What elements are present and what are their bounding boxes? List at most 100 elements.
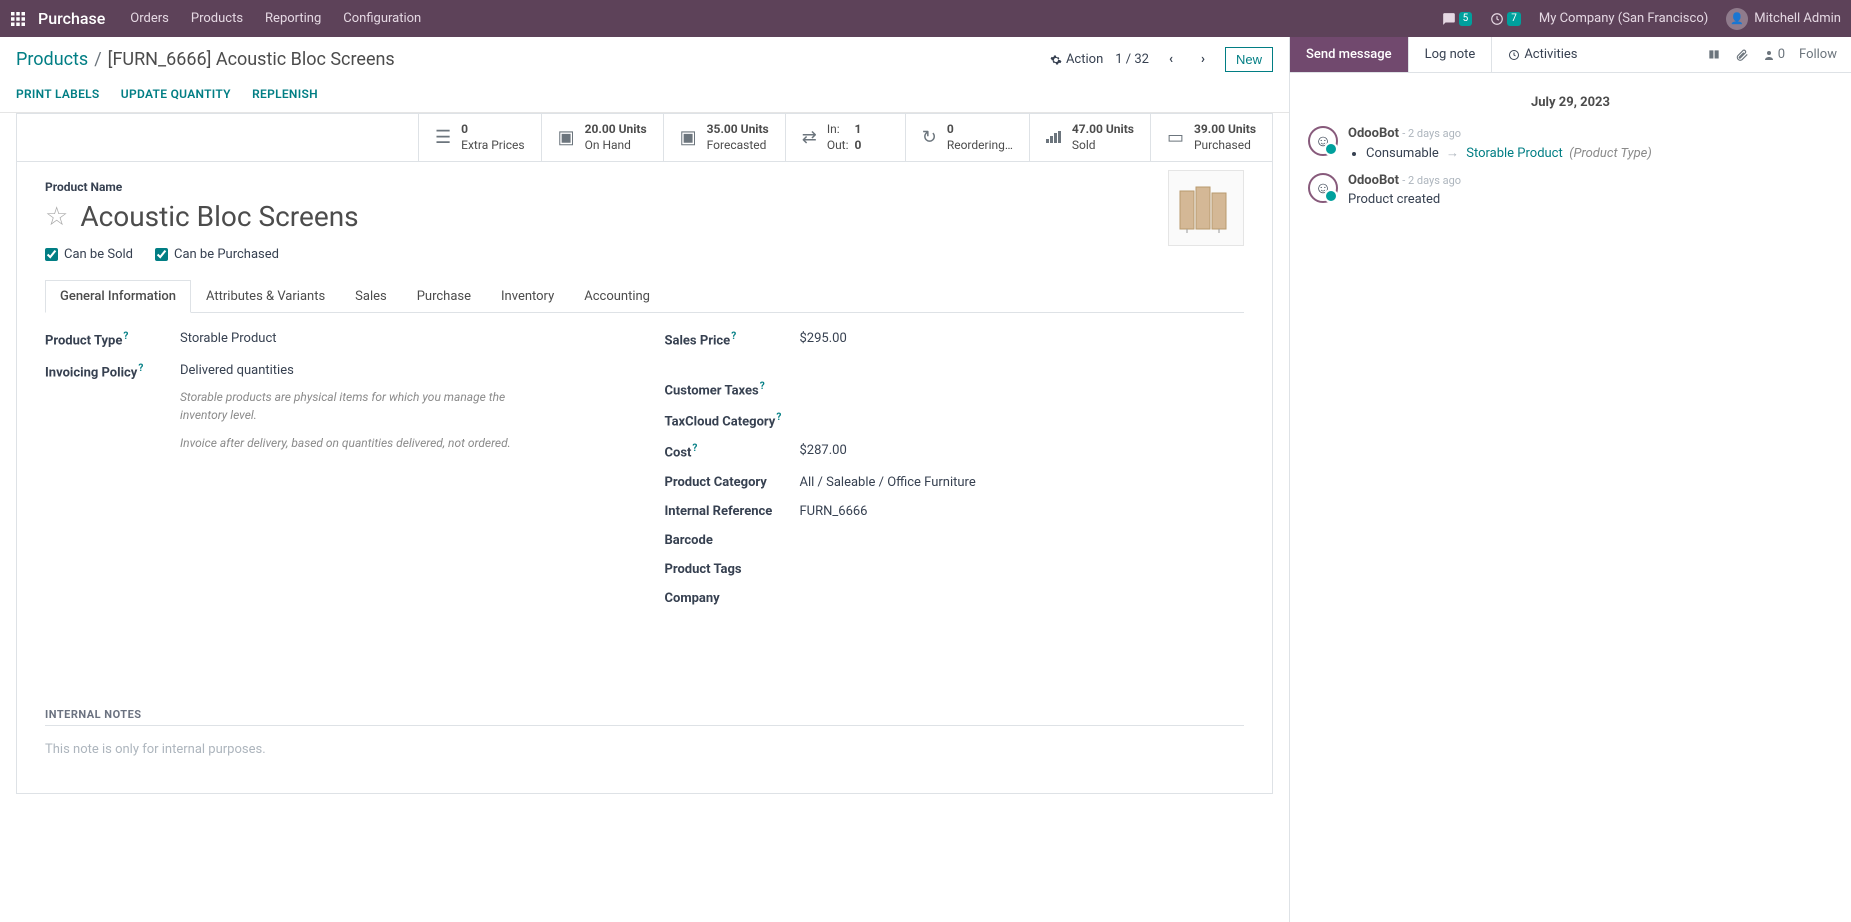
product-category-value[interactable]: All / Saleable / Office Furniture bbox=[800, 475, 976, 490]
nav-products[interactable]: Products bbox=[191, 11, 243, 26]
stat-label: Forecasted bbox=[707, 138, 769, 154]
tracking-new-value[interactable]: Storable Product bbox=[1466, 146, 1563, 161]
tracking-field-name: (Product Type) bbox=[1569, 146, 1652, 161]
barcode-label: Barcode bbox=[665, 533, 800, 548]
replenish-button[interactable]: REPLENISH bbox=[252, 87, 318, 101]
chatter-pane: Send message Log note Activities 0 Follo… bbox=[1289, 37, 1851, 922]
apps-menu-icon[interactable] bbox=[10, 11, 26, 27]
cost-label: Cost? bbox=[665, 443, 800, 460]
product-type-value[interactable]: Storable Product bbox=[180, 331, 277, 346]
stat-reordering[interactable]: ↻ 0Reordering… bbox=[905, 114, 1029, 161]
module-name[interactable]: Purchase bbox=[38, 9, 105, 28]
help-icon[interactable]: ? bbox=[731, 331, 736, 342]
cubes-icon: ▣ bbox=[680, 127, 697, 148]
general-information-panel: Product Type? Storable Product Invoicing… bbox=[45, 313, 1244, 699]
gear-icon bbox=[1050, 54, 1062, 66]
internal-reference-value[interactable]: FURN_6666 bbox=[800, 504, 868, 519]
send-message-button[interactable]: Send message bbox=[1290, 37, 1409, 72]
chatter-date-separator: July 29, 2023 bbox=[1290, 95, 1851, 110]
tracking-old-value: Consumable bbox=[1366, 146, 1439, 161]
help-text-1: Storable products are physical items for… bbox=[180, 388, 520, 424]
followers-button[interactable]: 0 bbox=[1763, 47, 1785, 62]
tab-inventory[interactable]: Inventory bbox=[486, 280, 569, 313]
action-label: Action bbox=[1066, 52, 1103, 67]
can-be-sold-label: Can be Sold bbox=[64, 247, 133, 262]
pager-prev[interactable]: ‹ bbox=[1161, 48, 1181, 71]
action-menu[interactable]: Action bbox=[1050, 52, 1103, 67]
activities-button[interactable]: Activities bbox=[1492, 37, 1593, 72]
messaging-icon[interactable]: 5 bbox=[1442, 12, 1473, 26]
update-quantity-button[interactable]: UPDATE QUANTITY bbox=[121, 87, 231, 101]
user-menu[interactable]: 👤 Mitchell Admin bbox=[1726, 8, 1841, 30]
attachment-icon[interactable] bbox=[1735, 48, 1749, 62]
stat-on-hand[interactable]: ▣ 20.00 UnitsOn Hand bbox=[541, 114, 663, 161]
form-sheet: ☰ 0Extra Prices ▣ 20.00 UnitsOn Hand ▣ 3… bbox=[16, 113, 1273, 794]
cost-value[interactable]: $287.00 bbox=[800, 443, 847, 458]
help-icon[interactable]: ? bbox=[760, 381, 765, 392]
action-buttons-bar: PRINT LABELS UPDATE QUANTITY REPLENISH bbox=[0, 79, 1289, 113]
activities-icon[interactable]: 7 bbox=[1490, 12, 1521, 26]
message-text: Product created bbox=[1348, 192, 1461, 207]
tab-purchase[interactable]: Purchase bbox=[402, 280, 486, 313]
product-title[interactable]: Acoustic Bloc Screens bbox=[80, 200, 358, 233]
pager-text[interactable]: 1 / 32 bbox=[1115, 52, 1149, 67]
company-label: Company bbox=[665, 591, 800, 606]
message-author[interactable]: OdooBot bbox=[1348, 173, 1399, 188]
stat-label: Purchased bbox=[1194, 138, 1256, 154]
stat-purchased[interactable]: ▭ 39.00 UnitsPurchased bbox=[1150, 114, 1272, 161]
can-be-purchased-checkbox[interactable]: Can be Purchased bbox=[155, 247, 279, 262]
card-icon: ▭ bbox=[1167, 127, 1184, 148]
tab-accounting[interactable]: Accounting bbox=[569, 280, 665, 313]
product-type-label: Product Type? bbox=[45, 331, 180, 348]
can-be-sold-checkbox[interactable]: Can be Sold bbox=[45, 247, 133, 262]
transfer-icon: ⇄ bbox=[802, 127, 817, 148]
stat-label: Extra Prices bbox=[461, 138, 524, 154]
product-name-label: Product Name bbox=[45, 180, 1244, 194]
help-icon[interactable]: ? bbox=[123, 331, 128, 342]
bot-avatar-icon: ☺ bbox=[1308, 173, 1338, 203]
stat-label: Sold bbox=[1072, 138, 1134, 154]
message-author[interactable]: OdooBot bbox=[1348, 126, 1399, 141]
internal-notes-heading: INTERNAL NOTES bbox=[45, 708, 1244, 726]
stat-forecasted[interactable]: ▣ 35.00 UnitsForecasted bbox=[663, 114, 785, 161]
internal-notes-input[interactable]: This note is only for internal purposes. bbox=[45, 734, 1244, 765]
in-label: In: bbox=[827, 122, 840, 136]
form-view-pane: Products / [FURN_6666] Acoustic Bloc Scr… bbox=[0, 37, 1289, 922]
tab-attributes-variants[interactable]: Attributes & Variants bbox=[191, 280, 340, 313]
favorite-star-icon[interactable]: ☆ bbox=[45, 202, 68, 232]
chat-badge: 5 bbox=[1459, 12, 1473, 26]
follow-button[interactable]: Follow bbox=[1799, 47, 1837, 62]
sales-price-value[interactable]: $295.00 bbox=[800, 331, 847, 346]
nav-reporting[interactable]: Reporting bbox=[265, 11, 321, 26]
breadcrumb-root[interactable]: Products bbox=[16, 49, 88, 70]
cubes-icon: ▣ bbox=[558, 127, 575, 148]
control-panel: Products / [FURN_6666] Acoustic Bloc Scr… bbox=[0, 37, 1289, 79]
tab-sales[interactable]: Sales bbox=[340, 280, 402, 313]
pager-next[interactable]: › bbox=[1193, 48, 1213, 71]
invoicing-policy-value[interactable]: Delivered quantities bbox=[180, 363, 520, 378]
in-value: 1 bbox=[855, 122, 862, 136]
product-image[interactable] bbox=[1168, 170, 1244, 246]
stat-in-out[interactable]: ⇄ In: 1 Out: 0 bbox=[785, 114, 905, 161]
nav-orders[interactable]: Orders bbox=[130, 11, 169, 26]
help-icon[interactable]: ? bbox=[692, 443, 697, 454]
tab-general-information[interactable]: General Information bbox=[45, 280, 191, 313]
nav-configuration[interactable]: Configuration bbox=[343, 11, 421, 26]
print-labels-button[interactable]: PRINT LABELS bbox=[16, 87, 100, 101]
bot-avatar-icon: ☺ bbox=[1308, 126, 1338, 156]
help-icon[interactable]: ? bbox=[138, 363, 143, 374]
arrow-icon: → bbox=[1446, 146, 1459, 161]
stat-sold[interactable]: 47.00 UnitsSold bbox=[1029, 114, 1150, 161]
new-button[interactable]: New bbox=[1225, 47, 1273, 72]
product-tags-label: Product Tags bbox=[665, 562, 800, 577]
clock-icon bbox=[1508, 49, 1520, 61]
stat-extra-prices[interactable]: ☰ 0Extra Prices bbox=[418, 114, 541, 161]
help-icon[interactable]: ? bbox=[776, 412, 781, 423]
stat-value: 39.00 Units bbox=[1194, 122, 1256, 138]
out-value: 0 bbox=[854, 138, 861, 152]
log-note-button[interactable]: Log note bbox=[1409, 37, 1493, 72]
company-switcher[interactable]: My Company (San Francisco) bbox=[1539, 11, 1708, 26]
sales-price-label: Sales Price? bbox=[665, 331, 800, 348]
stat-label: Reordering… bbox=[947, 138, 1013, 154]
book-icon[interactable] bbox=[1707, 48, 1721, 62]
